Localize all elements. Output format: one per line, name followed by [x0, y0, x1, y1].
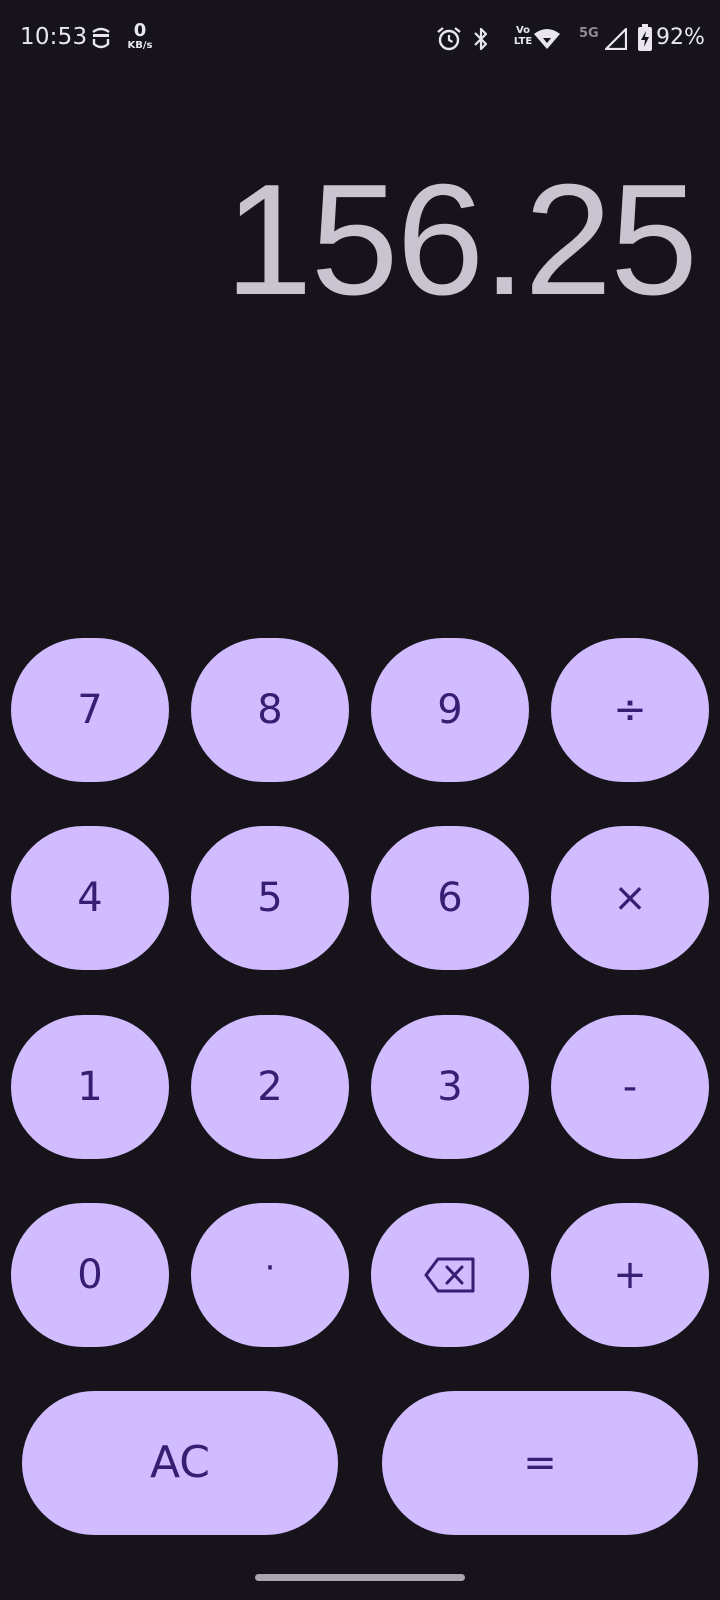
status-bar: 10:53 0 KB/s Vo LTE 5G 92%: [0, 0, 720, 78]
battery-percent: 92%: [656, 25, 705, 50]
key-7-label: 7: [77, 687, 103, 733]
decimal-point-label: ·: [264, 1248, 276, 1288]
multiply-button[interactable]: ×: [551, 826, 709, 970]
network-speed-unit: KB/s: [127, 40, 153, 51]
key-5[interactable]: 5: [191, 826, 349, 970]
cellular-signal-icon: [605, 28, 627, 50]
key-0-label: 0: [77, 1252, 103, 1298]
calculator-display: 156.25: [224, 152, 698, 328]
key-3[interactable]: 3: [371, 1015, 529, 1159]
key-2-label: 2: [257, 1064, 283, 1110]
home-indicator[interactable]: [255, 1574, 465, 1581]
battery-charging-icon: [638, 24, 652, 51]
key-3-label: 3: [437, 1064, 463, 1110]
equals-button[interactable]: =: [382, 1391, 698, 1535]
equals-label: =: [523, 1440, 557, 1486]
divide-label: ÷: [613, 687, 647, 733]
multiply-label: ×: [613, 875, 647, 921]
backspace-icon: [424, 1257, 475, 1293]
decimal-point-button[interactable]: ·: [191, 1203, 349, 1347]
key-6[interactable]: 6: [371, 826, 529, 970]
bluetooth-icon: [474, 27, 488, 51]
network-speed-value: 0: [133, 20, 147, 41]
network-type-label: 5G: [579, 26, 599, 41]
key-5-label: 5: [257, 875, 283, 921]
key-8-label: 8: [257, 687, 283, 733]
network-speed: 0 KB/s: [124, 22, 156, 51]
key-1[interactable]: 1: [11, 1015, 169, 1159]
plus-button[interactable]: +: [551, 1203, 709, 1347]
key-4[interactable]: 4: [11, 826, 169, 970]
key-1-label: 1: [77, 1064, 103, 1110]
key-8[interactable]: 8: [191, 638, 349, 782]
app-notification-icon: [90, 26, 112, 50]
all-clear-label: AC: [149, 1437, 211, 1488]
key-9[interactable]: 9: [371, 638, 529, 782]
alarm-icon: [437, 27, 461, 51]
key-6-label: 6: [437, 875, 463, 921]
wifi-icon: [534, 29, 560, 49]
all-clear-button[interactable]: AC: [22, 1391, 338, 1535]
backspace-button[interactable]: [371, 1203, 529, 1347]
key-7[interactable]: 7: [11, 638, 169, 782]
key-4-label: 4: [77, 875, 103, 921]
divide-button[interactable]: ÷: [551, 638, 709, 782]
key-2[interactable]: 2: [191, 1015, 349, 1159]
volte-top-label: Vo: [515, 25, 531, 36]
plus-label: +: [613, 1252, 647, 1298]
status-time: 10:53: [20, 24, 88, 50]
minus-button[interactable]: -: [551, 1015, 709, 1159]
key-0[interactable]: 0: [11, 1203, 169, 1347]
key-9-label: 9: [437, 687, 463, 733]
volte-bottom-label: LTE: [513, 36, 533, 47]
minus-label: -: [622, 1064, 638, 1110]
